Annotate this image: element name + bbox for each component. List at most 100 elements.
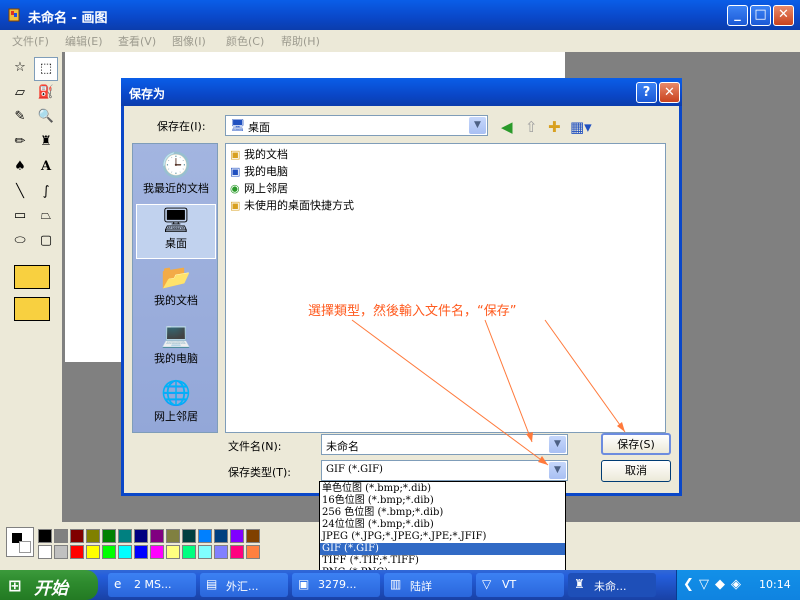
color-swatch[interactable] <box>70 545 84 559</box>
list-item[interactable]: ▣ 我的文档 <box>230 146 288 162</box>
chevron-down-icon[interactable]: ▼ <box>549 462 566 479</box>
color-swatch[interactable] <box>230 545 244 559</box>
rectangle-icon[interactable]: ▭ <box>8 205 32 229</box>
save-button[interactable]: 保存(S) <box>601 433 671 455</box>
filetype-option[interactable]: 单色位图 (*.bmp;*.dib) <box>320 483 565 495</box>
chevron-left-icon[interactable]: ❮ <box>683 577 694 592</box>
color-swatch[interactable] <box>134 545 148 559</box>
color-swatch[interactable] <box>198 545 212 559</box>
list-item[interactable]: ◉ 网上邻居 <box>230 180 288 196</box>
place-my-computer[interactable]: 💻 我的电脑 <box>136 320 216 375</box>
free-select-icon[interactable]: ☆ <box>8 57 32 81</box>
color-swatch[interactable] <box>182 545 196 559</box>
color-swatch[interactable] <box>134 529 148 543</box>
network-tray-icon[interactable]: ◆ <box>715 577 725 592</box>
view-menu-icon[interactable]: ▦▾ <box>570 118 592 136</box>
color-swatch[interactable] <box>246 545 260 559</box>
menu-image[interactable]: 图像(I) <box>172 33 206 49</box>
chevron-down-icon[interactable]: ▼ <box>469 117 486 134</box>
color-swatch[interactable] <box>166 545 180 559</box>
place-desktop[interactable]: 🖥 桌面 <box>136 204 216 259</box>
menu-file[interactable]: 文件(F) <box>12 33 49 49</box>
pencil-icon[interactable]: ✏ <box>8 131 32 155</box>
filetype-option[interactable]: 24位位图 (*.bmp;*.dib) <box>320 519 565 531</box>
color-swatch[interactable] <box>150 545 164 559</box>
dialog-close-button[interactable]: ✕ <box>659 82 680 103</box>
magnifier-icon[interactable]: 🔍 <box>34 106 58 130</box>
transparency-opaque-icon[interactable] <box>14 265 50 289</box>
taskbar-item[interactable]: ▥ 陆詳 <box>384 573 472 597</box>
rounded-rect-icon[interactable]: ▢ <box>34 230 58 254</box>
close-button[interactable]: ✕ <box>773 5 794 26</box>
color-swatch[interactable] <box>118 529 132 543</box>
minimize-button[interactable]: _ <box>727 5 748 26</box>
start-label: 开始 <box>34 579 68 599</box>
text-tool-icon[interactable]: A <box>34 156 58 180</box>
list-item[interactable]: ▣ 未使用的桌面快捷方式 <box>230 197 354 213</box>
save-in-label: 保存在(I): <box>157 120 206 133</box>
new-folder-icon[interactable]: ✚ <box>548 118 561 136</box>
color-swatch[interactable] <box>182 529 196 543</box>
file-list[interactable]: ▣ 我的文档 ▣ 我的电脑 ◉ 网上邻居 ▣ 未使用的桌面快捷方式 <box>225 143 666 433</box>
rect-select-icon[interactable]: ⬚ <box>34 57 58 81</box>
color-swatch[interactable] <box>166 529 180 543</box>
filetype-option[interactable]: JPEG (*.JPG;*.JPEG;*.JPE;*.JFIF) <box>320 531 565 543</box>
maximize-button[interactable]: □ <box>750 5 771 26</box>
menu-edit[interactable]: 编辑(E) <box>65 33 103 49</box>
line-icon[interactable]: ╲ <box>8 181 32 205</box>
list-item[interactable]: ▣ 我的电脑 <box>230 163 288 179</box>
color-picker-icon[interactable]: ✎ <box>8 106 32 130</box>
start-button[interactable]: ⊞ 开始 <box>0 570 98 600</box>
chevron-down-icon[interactable]: ▼ <box>549 436 566 453</box>
taskbar-item[interactable]: ▤ 外汇... <box>200 573 288 597</box>
color-swatch[interactable] <box>54 545 68 559</box>
menu-help[interactable]: 帮助(H) <box>281 33 320 49</box>
brush-icon[interactable]: ♜ <box>34 131 58 155</box>
save-in-combo[interactable]: 桌面 🖥 ▼ <box>225 115 488 136</box>
help-button[interactable]: ? <box>636 82 657 103</box>
color-swatch[interactable] <box>230 529 244 543</box>
airbrush-icon[interactable]: ♠ <box>8 156 32 180</box>
up-folder-icon[interactable]: ⇧ <box>525 118 538 136</box>
color-swatch[interactable] <box>198 529 212 543</box>
taskbar-item[interactable]: ▣ 3279... <box>292 573 380 597</box>
place-my-documents[interactable]: 📂 我的文档 <box>136 262 216 317</box>
color-swatch[interactable] <box>102 529 116 543</box>
color-swatch[interactable] <box>38 529 52 543</box>
curve-icon[interactable]: ∫ <box>34 181 58 205</box>
color-swatch[interactable] <box>86 545 100 559</box>
ellipse-icon[interactable]: ⬭ <box>8 230 32 254</box>
color-swatch[interactable] <box>86 529 100 543</box>
color-swatch[interactable] <box>150 529 164 543</box>
transparency-transparent-icon[interactable] <box>14 297 50 321</box>
place-network[interactable]: 🌐 网上邻居 <box>136 378 216 433</box>
filetype-option[interactable]: 256 色位图 (*.bmp;*.dib) <box>320 507 565 519</box>
color-swatch[interactable] <box>214 545 228 559</box>
vt-tray-icon[interactable]: ▽ <box>699 577 709 592</box>
menu-view[interactable]: 查看(V) <box>118 33 156 49</box>
taskbar-item[interactable]: ▽ VT <box>476 573 564 597</box>
color-swatch[interactable] <box>214 529 228 543</box>
color-swatch[interactable] <box>38 545 52 559</box>
filetype-option[interactable]: TIFF (*.TIF;*.TIFF) <box>320 555 565 567</box>
taskbar-item[interactable]: ♜ 未命... <box>568 573 656 597</box>
menu-colors[interactable]: 颜色(C) <box>226 33 264 49</box>
color-swatch[interactable] <box>54 529 68 543</box>
color-swatch[interactable] <box>118 545 132 559</box>
back-icon[interactable]: ◀ <box>501 118 513 136</box>
cancel-button[interactable]: 取消 <box>601 460 671 482</box>
filetype-select[interactable]: GIF (*.GIF) ▼ <box>321 460 568 481</box>
place-recent[interactable]: 🕒 我最近的文档 <box>136 150 216 205</box>
taskbar-item[interactable]: e2 MS... <box>108 573 196 597</box>
polygon-icon[interactable]: ⏢ <box>34 205 58 229</box>
color-swatch[interactable] <box>246 529 260 543</box>
filetype-option[interactable]: 16色位图 (*.bmp;*.dib) <box>320 495 565 507</box>
filename-field[interactable]: 未命名 ▼ <box>321 434 568 455</box>
color-swatch[interactable] <box>70 529 84 543</box>
filetype-dropdown[interactable]: 单色位图 (*.bmp;*.dib) 16色位图 (*.bmp;*.dib) 256… <box>319 481 566 581</box>
filetype-option[interactable]: GIF (*.GIF) <box>320 543 565 555</box>
eraser-icon[interactable]: ▱ <box>8 82 32 106</box>
color-swatch[interactable] <box>102 545 116 559</box>
fill-bucket-icon[interactable]: ⛽ <box>34 82 58 106</box>
security-tray-icon[interactable]: ◈ <box>731 577 741 592</box>
